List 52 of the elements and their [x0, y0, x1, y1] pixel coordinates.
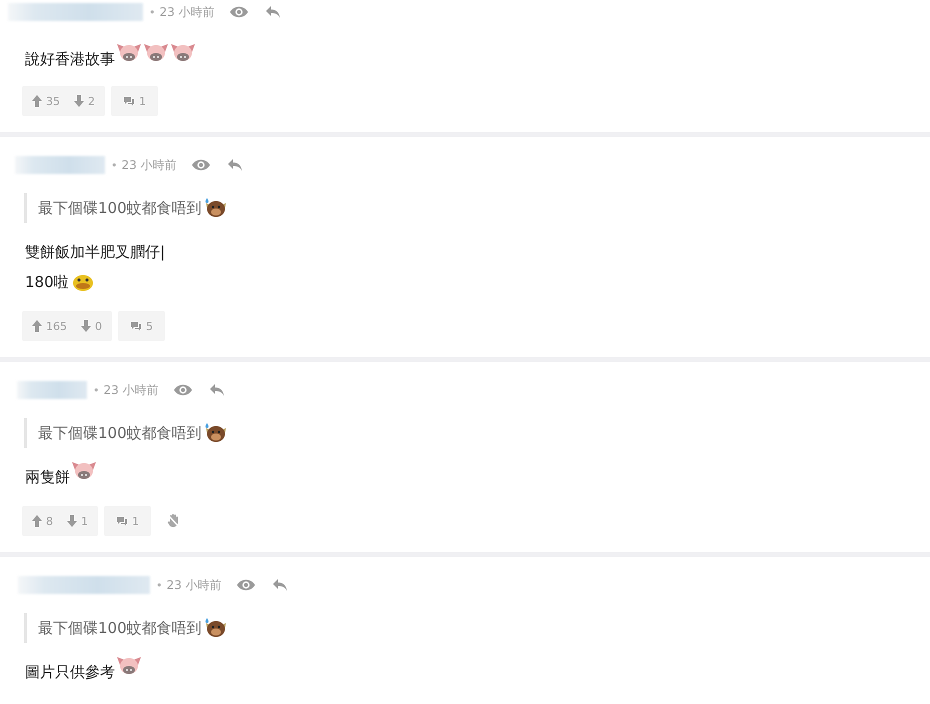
eye-icon[interactable] [228, 5, 249, 19]
crossed-hand-icon[interactable] [167, 513, 181, 529]
comment-text: 說好香港故事 [25, 50, 115, 68]
pig-face-icon [71, 460, 97, 482]
upvote-icon[interactable] [32, 95, 42, 107]
upvote-icon[interactable] [32, 320, 42, 332]
quoted-text: 最下個碟100蚊都食唔到 [38, 198, 202, 218]
downvote-icon[interactable] [67, 515, 77, 527]
separator-dot: • [156, 578, 162, 592]
reply-icon[interactable] [208, 383, 225, 397]
separator-dot: • [93, 384, 100, 396]
upvote-count: 8 [46, 514, 53, 528]
comment-text: 雙餅飯加半肥叉膶仔| [25, 242, 166, 262]
comment-text: 圖片只供參考 [25, 662, 115, 682]
post-time: 23 小時前 [122, 156, 177, 174]
cow-face-icon [202, 617, 229, 639]
upvote-icon[interactable] [32, 515, 42, 527]
replies-button[interactable]: 1 [104, 506, 151, 536]
separator-dot: • [111, 158, 118, 172]
downvote-icon[interactable] [74, 95, 84, 107]
pig-face-icon [143, 42, 169, 64]
chat-bubble-icon [130, 321, 142, 331]
replies-button[interactable]: 1 [111, 86, 158, 116]
downvote-count: 2 [88, 94, 95, 108]
post-time: 23 小時前 [166, 576, 222, 594]
pig-face-icon [116, 655, 142, 677]
eye-icon[interactable] [172, 383, 193, 397]
pig-face-icon [116, 42, 142, 64]
chat-bubble-icon [123, 96, 135, 106]
downvote-icon[interactable] [81, 320, 91, 332]
reply-icon[interactable] [226, 158, 243, 172]
eye-icon[interactable] [190, 158, 211, 172]
redacted-username [17, 381, 87, 399]
post-time: 23 小時前 [160, 4, 215, 20]
downvote-count: 1 [81, 514, 88, 528]
cow-face-icon [202, 422, 229, 444]
quoted-text: 最下個碟100蚊都食唔到 [38, 424, 202, 442]
upvote-count: 35 [46, 94, 60, 108]
post-time: 23 小時前 [104, 382, 159, 398]
comment-text: 兩隻餅 [25, 468, 70, 486]
eye-icon[interactable] [236, 578, 256, 592]
pig-face-icon [170, 42, 196, 64]
chat-bubble-icon [116, 516, 128, 526]
downvote-count: 0 [95, 320, 102, 332]
comment-text: 180啦 [25, 272, 69, 292]
separator-dot: • [149, 6, 156, 18]
reply-icon[interactable] [264, 5, 281, 19]
reply-icon[interactable] [272, 578, 288, 592]
quoted-text: 最下個碟100蚊都食唔到 [38, 618, 202, 638]
cow-face-icon [202, 197, 229, 219]
replies-button[interactable]: 5 [118, 311, 165, 341]
upvote-count: 165 [46, 320, 67, 332]
